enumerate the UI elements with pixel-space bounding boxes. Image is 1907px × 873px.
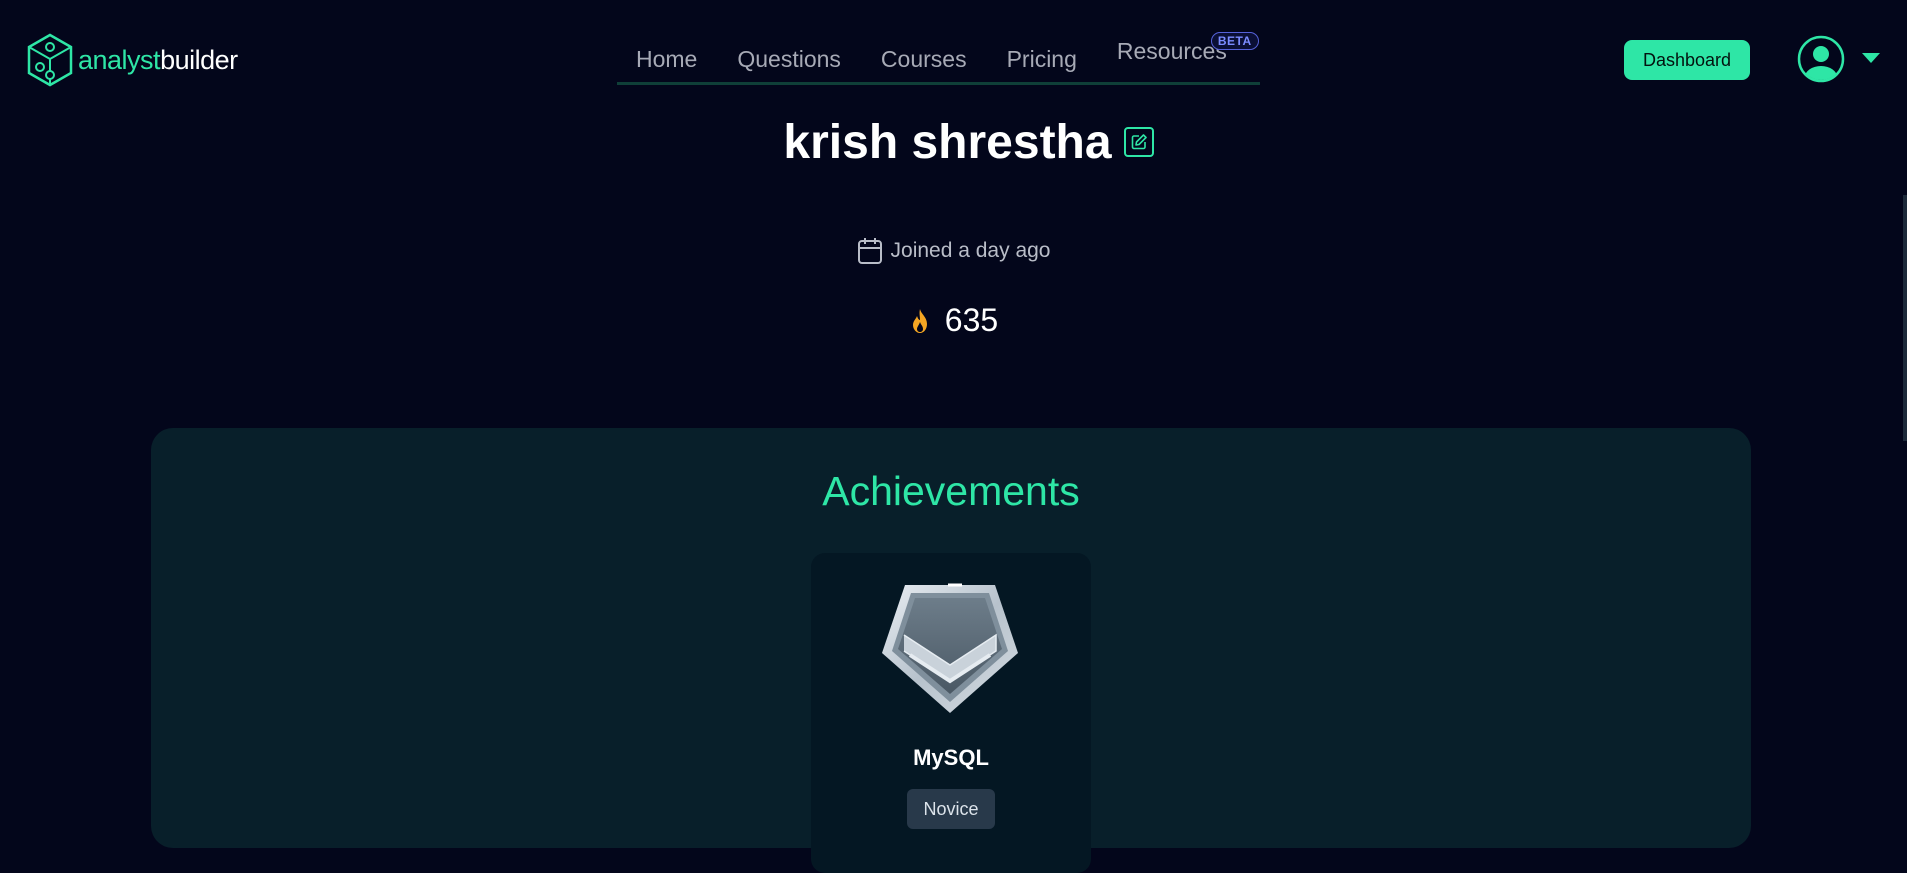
main-nav: Home Questions Courses Pricing Resources… bbox=[617, 32, 1260, 85]
dashboard-button[interactable]: Dashboard bbox=[1624, 40, 1750, 80]
logo-text-builder: builder bbox=[160, 44, 238, 75]
logo-hexagon-icon bbox=[27, 33, 73, 87]
joined-row: Joined a day ago bbox=[0, 237, 1907, 265]
silver-rank-badge-icon bbox=[882, 583, 1018, 713]
achievements-title: Achievements bbox=[822, 468, 1080, 514]
beta-badge: BETA bbox=[1210, 32, 1259, 50]
profile-name-row: krish shrestha bbox=[0, 112, 1907, 172]
edit-pencil-icon bbox=[1131, 134, 1147, 150]
profile-name: krish shrestha bbox=[783, 115, 1112, 169]
top-header: analystbuilder Home Questions Courses Pr… bbox=[0, 0, 1907, 110]
user-avatar-icon[interactable] bbox=[1797, 35, 1845, 83]
achievements-panel: Achievements MySQL Novice bbox=[151, 428, 1751, 873]
edit-icon[interactable] bbox=[1123, 127, 1154, 157]
achievement-level-badge: Novice bbox=[907, 789, 995, 829]
analystbuilder-logo[interactable]: analystbuilder bbox=[26, 33, 238, 87]
achievement-card[interactable]: MySQL Novice bbox=[811, 553, 1091, 873]
nav-resources-wrap: Resources BETA bbox=[1097, 32, 1259, 65]
nav-home[interactable]: Home bbox=[636, 38, 697, 73]
nav-resources[interactable]: Resources bbox=[1117, 30, 1227, 64]
calendar-icon bbox=[857, 238, 882, 264]
achievement-name: MySQL bbox=[913, 745, 989, 770]
nav-courses[interactable]: Courses bbox=[881, 38, 967, 73]
logo-text-analyst: analyst bbox=[78, 44, 161, 75]
streak-row: 635 bbox=[0, 302, 1907, 339]
nav-pricing[interactable]: Pricing bbox=[1007, 38, 1077, 73]
joined-text: Joined a day ago bbox=[890, 239, 1051, 262]
nav-questions[interactable]: Questions bbox=[737, 38, 841, 73]
flame-icon bbox=[912, 308, 927, 333]
chevron-down-icon[interactable] bbox=[1862, 53, 1880, 63]
streak-count: 635 bbox=[944, 302, 999, 338]
logo-text: analystbuilder bbox=[78, 44, 238, 75]
page-scrollbar[interactable] bbox=[1903, 195, 1907, 441]
